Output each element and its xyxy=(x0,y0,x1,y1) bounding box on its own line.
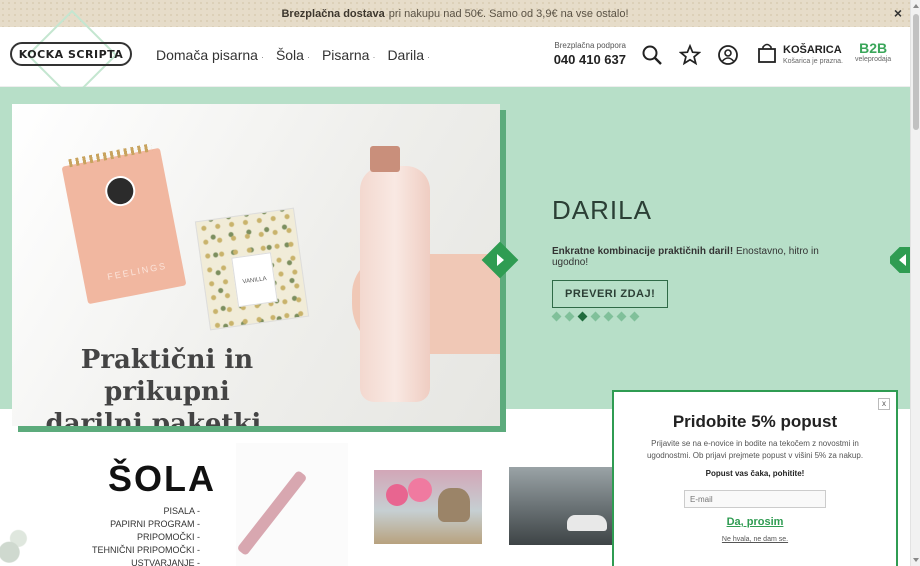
category-item-pripomocki[interactable]: PRIPOMOČKI - xyxy=(80,531,200,544)
b2b-link[interactable]: B2B veleprodaja xyxy=(855,40,891,63)
newsletter-popup: x Pridobite 5% popust Prijavite se na e-… xyxy=(612,390,898,566)
cart-status: Košarica je prazna. xyxy=(783,58,843,65)
kitten-shape xyxy=(438,488,470,522)
support-phone: 040 410 637 xyxy=(553,52,626,67)
scroll-up-arrow-icon[interactable] xyxy=(913,4,919,8)
hero-tagline-bold: Enkratne kombinacije praktičnih daril! xyxy=(552,246,734,257)
category-title[interactable]: ŠOLA xyxy=(108,458,216,500)
search-icon[interactable] xyxy=(641,44,663,66)
slider-dots xyxy=(551,311,640,322)
cart-title: KOŠARICA xyxy=(783,44,842,56)
site-header: KOCKA SCRIPTA Domača pisarna · Šola · Pisa… xyxy=(0,9,910,101)
nav-item-pisarna[interactable]: Pisarna · xyxy=(322,47,375,63)
announcement-close-button[interactable]: × xyxy=(894,5,902,21)
chevron-down-icon: · xyxy=(427,52,431,62)
page-scrollbar[interactable] xyxy=(910,0,920,566)
cart-button[interactable]: KOŠARICA Košarica je prazna. xyxy=(757,42,843,69)
car-image xyxy=(509,467,613,545)
nav-item-sola[interactable]: Šola · xyxy=(276,47,310,63)
slide-dot-active[interactable] xyxy=(577,311,588,322)
category-list: PISALA - PAPIRNI PROGRAM - PRIPOMOČKI - … xyxy=(80,505,200,566)
hero-headline-line1: Praktični in prikupni xyxy=(80,345,254,407)
rose-shape xyxy=(408,478,432,502)
candle-product: VANILLA xyxy=(194,207,310,331)
scroll-down-arrow-icon[interactable] xyxy=(913,558,919,562)
support-phone-block[interactable]: Brezplačna podpora 040 410 637 xyxy=(546,41,626,67)
car-shape xyxy=(567,515,607,531)
nav-label: Domača pisarna xyxy=(156,47,258,63)
chevron-down-icon: · xyxy=(372,52,376,62)
nav-item-domaca-pisarna[interactable]: Domača pisarna · xyxy=(156,47,264,63)
hero-title: DARILA xyxy=(552,195,652,225)
category-item-tehnicni-pripomocki[interactable]: TEHNIČNI PRIPOMOČKI - xyxy=(80,544,200,557)
hero-headline-line2: darilni paketki... xyxy=(45,409,289,426)
slide-dot[interactable] xyxy=(564,311,575,322)
notepad-word: FEELINGS xyxy=(106,260,168,283)
hero-slider: FEELINGS VANILLA Praktični in prikupni d… xyxy=(0,87,910,426)
hero-tagline: Enkratne kombinacije praktičnih daril! E… xyxy=(552,246,852,268)
fountain-pen-image xyxy=(236,469,308,557)
slide-dot[interactable] xyxy=(590,311,601,322)
recycle-badge-icon xyxy=(102,173,138,209)
site-logo[interactable]: KOCKA SCRIPTA xyxy=(10,42,132,66)
main-nav: Domača pisarna · Šola · Pisarna · Darila · xyxy=(156,47,430,63)
slide-dot[interactable] xyxy=(616,311,627,322)
slide-dot[interactable] xyxy=(603,311,614,322)
hero-image-headline: Praktični in prikupni darilni paketki... xyxy=(32,344,302,426)
candle-label: VANILLA xyxy=(231,252,278,308)
announcement-text: pri nakupu nad 50€. Samo od 3,9€ na vse … xyxy=(388,7,629,20)
chevron-down-icon: · xyxy=(260,52,264,62)
subscribe-button[interactable]: Da, prosim xyxy=(614,516,896,528)
email-field[interactable] xyxy=(684,490,826,508)
category-item-ustvarjanje[interactable]: USTVARJANJE - xyxy=(80,557,200,566)
nav-item-darila[interactable]: Darila · xyxy=(387,47,430,63)
hero-next-arrow[interactable] xyxy=(890,247,910,273)
user-account-icon[interactable] xyxy=(717,44,739,66)
chevron-down-icon: · xyxy=(306,52,310,62)
chevron-right-icon xyxy=(497,254,504,266)
hero-image[interactable]: FEELINGS VANILLA Praktični in prikupni d… xyxy=(12,104,500,426)
bottle-cap xyxy=(370,146,400,172)
slide-dot[interactable] xyxy=(551,311,562,322)
kitten-roses-image xyxy=(374,470,482,544)
popup-description: Prijavite se na e-novice in bodite na te… xyxy=(646,439,864,460)
product-card-kitten[interactable] xyxy=(366,443,490,566)
category-item-pisala[interactable]: PISALA - xyxy=(80,505,200,518)
hero-text-block: DARILA Enkratne kombinacije praktičnih d… xyxy=(552,195,852,308)
announcement-bold: Brezplačna dostava xyxy=(281,7,385,20)
announcement-bar: Brezplačna dostava pri nakupu nad 50€. S… xyxy=(0,0,910,27)
b2b-sub: veleprodaja xyxy=(855,56,892,63)
popup-close-button[interactable]: x xyxy=(878,398,890,410)
popup-urgency-text: Popust vas čaka, pohitite! xyxy=(705,469,805,478)
scrollbar-thumb[interactable] xyxy=(913,14,919,130)
hero-cta-button[interactable]: PREVERI ZDAJ! xyxy=(552,280,669,308)
favorites-star-icon[interactable] xyxy=(679,44,701,66)
slide-dot[interactable] xyxy=(629,311,640,322)
bottle-product xyxy=(360,146,430,402)
nav-label: Darila xyxy=(387,47,425,63)
product-card-car[interactable] xyxy=(505,443,617,566)
category-item-papirni-program[interactable]: PAPIRNI PROGRAM - xyxy=(80,518,200,531)
shopping-bag-icon xyxy=(758,43,776,63)
nav-label: Šola xyxy=(275,47,304,63)
hero-prev-arrow[interactable] xyxy=(481,241,519,279)
rose-shape xyxy=(386,484,408,506)
decline-link[interactable]: Ne hvala, ne dam se. xyxy=(614,536,896,543)
support-label: Brezplačna podpora xyxy=(554,41,626,50)
chevron-left-icon xyxy=(899,254,906,266)
nav-label: Pisarna xyxy=(321,47,370,63)
popup-title: Pridobite 5% popust xyxy=(672,412,838,431)
b2b-label: B2B xyxy=(859,40,888,56)
leaf-decoration xyxy=(0,520,46,566)
product-card-pen[interactable] xyxy=(236,443,348,566)
